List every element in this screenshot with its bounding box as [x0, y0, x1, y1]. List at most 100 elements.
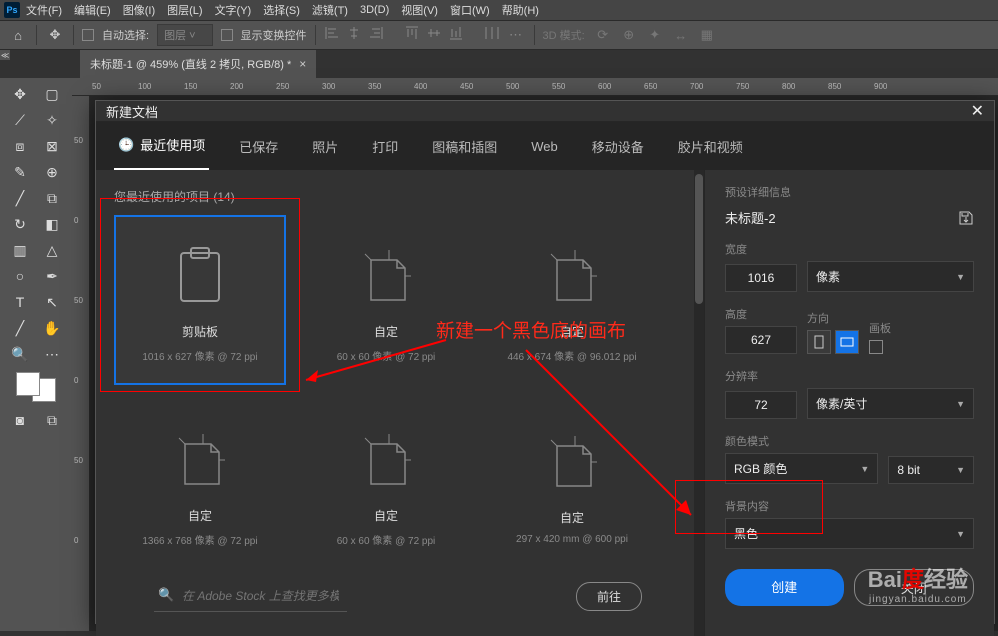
align-hcenter-icon[interactable]	[346, 25, 362, 41]
tab-mobile[interactable]: 移动设备	[588, 123, 648, 170]
wand-tool[interactable]: ✧	[37, 108, 67, 132]
marquee-tool[interactable]: ▢	[37, 82, 67, 106]
autoselect-checkbox[interactable]	[82, 29, 94, 41]
menu-3d[interactable]: 3D(D)	[360, 4, 389, 16]
blur-tool[interactable]: △	[37, 238, 67, 262]
resolution-unit-select[interactable]: 像素/英寸▼	[807, 388, 974, 419]
menu-filter[interactable]: 滤镜(T)	[312, 2, 348, 18]
width-unit-select[interactable]: 像素▼	[807, 261, 974, 292]
screenmode-tool[interactable]: ⧉	[37, 408, 67, 432]
menu-select[interactable]: 选择(S)	[263, 2, 300, 18]
colormode-select[interactable]: RGB 颜色▼	[725, 453, 878, 484]
document-tab-title: 未标题-1 @ 459% (直线 2 拷贝, RGB/8) *	[90, 56, 291, 72]
doc-name[interactable]: 未标题-2	[725, 208, 776, 227]
align-right-icon[interactable]	[368, 25, 384, 41]
zoom-tool[interactable]: 🔍	[5, 342, 35, 366]
brush-tool[interactable]: ╱	[5, 186, 35, 210]
ps-logo: Ps	[4, 2, 20, 18]
hand-tool[interactable]: ✋	[37, 316, 67, 340]
stamp-tool[interactable]: ⧉	[37, 186, 67, 210]
pen-tool[interactable]: ✒	[37, 264, 67, 288]
stock-search-input[interactable]	[154, 581, 347, 612]
menu-type[interactable]: 文字(Y)	[215, 2, 252, 18]
move-tool-icon[interactable]: ✥	[45, 25, 65, 45]
preset-custom-4[interactable]: 自定 60 x 60 像素 @ 72 ppi	[300, 399, 472, 569]
width-input[interactable]	[725, 264, 797, 292]
home-icon[interactable]: ⌂	[8, 25, 28, 45]
tab-film[interactable]: 胶片和视频	[674, 123, 747, 170]
quickmask-tool[interactable]: ◙	[5, 408, 35, 432]
panel-collapse-icon[interactable]: ≪	[0, 50, 10, 60]
dialog-titlebar[interactable]: 新建文档 ✕	[96, 101, 994, 122]
orient-landscape[interactable]	[835, 330, 859, 354]
frame-tool[interactable]: ⊠	[37, 134, 67, 158]
3d-cam-icon[interactable]: ▦	[697, 25, 717, 45]
preset-custom-2[interactable]: 自定 446 x 674 像素 @ 96.012 ppi	[486, 215, 658, 385]
autoselect-label: 自动选择:	[102, 27, 149, 43]
preset-custom-1[interactable]: 自定 60 x 60 像素 @ 72 ppi	[300, 215, 472, 385]
page-icon	[547, 246, 597, 306]
gradient-tool[interactable]: ▥	[5, 238, 35, 262]
lasso-tool[interactable]: ⟋	[5, 108, 35, 132]
move-tool[interactable]: ✥	[5, 82, 35, 106]
shape-tool[interactable]: ╱	[5, 316, 35, 340]
history-brush-tool[interactable]: ↻	[5, 212, 35, 236]
type-tool[interactable]: T	[5, 290, 35, 314]
orient-portrait[interactable]	[807, 330, 831, 354]
align-vcenter-icon[interactable]	[426, 25, 442, 41]
3d-slide-icon[interactable]: ↔	[671, 25, 691, 45]
transform-checkbox[interactable]	[221, 29, 233, 41]
ruler-vertical: 50 0 50 0 50 0	[72, 96, 90, 631]
tab-saved[interactable]: 已保存	[235, 123, 282, 170]
tab-photo[interactable]: 照片	[308, 123, 342, 170]
menu-view[interactable]: 视图(V)	[401, 2, 438, 18]
save-preset-icon[interactable]	[958, 210, 974, 226]
menu-file[interactable]: 文件(F)	[26, 2, 62, 18]
background-select[interactable]: 黑色▼	[725, 518, 974, 549]
tab-recent[interactable]: 🕒最近使用项	[114, 121, 209, 171]
create-button[interactable]: 创建	[725, 569, 844, 606]
details-title: 预设详细信息	[725, 184, 974, 200]
preset-custom-5[interactable]: 自定 297 x 420 mm @ 600 ppi	[486, 399, 658, 569]
tab-web[interactable]: Web	[527, 125, 562, 168]
color-swatch[interactable]	[16, 372, 56, 402]
3d-orbit-icon[interactable]: ⟳	[593, 25, 613, 45]
options-bar: ⌂ ✥ 自动选择: 图层 ˅ 显示变换控件 ⋯ 3D 模式: ⟳ ⊕ ✦ ↔ ▦	[0, 20, 998, 50]
close-tab-icon[interactable]: ×	[299, 57, 306, 71]
preset-scrollbar[interactable]	[694, 170, 704, 636]
autoselect-target[interactable]: 图层 ˅	[157, 24, 212, 46]
align-top-icon[interactable]	[404, 25, 420, 41]
bitdepth-select[interactable]: 8 bit▼	[888, 456, 974, 484]
menu-window[interactable]: 窗口(W)	[450, 2, 490, 18]
resolution-input[interactable]	[725, 391, 797, 419]
3d-dolly-icon[interactable]: ✦	[645, 25, 665, 45]
edit-toolbar[interactable]: ⋯	[37, 342, 67, 366]
eraser-tool[interactable]: ◧	[37, 212, 67, 236]
page-icon	[361, 246, 411, 306]
tab-print[interactable]: 打印	[368, 123, 402, 170]
document-tab[interactable]: 未标题-1 @ 459% (直线 2 拷贝, RGB/8) * ×	[80, 50, 316, 78]
stock-go-button[interactable]: 前往	[576, 582, 642, 611]
menu-edit[interactable]: 编辑(E)	[74, 2, 111, 18]
3d-pan-icon[interactable]: ⊕	[619, 25, 639, 45]
menu-layer[interactable]: 图层(L)	[167, 2, 202, 18]
eyedropper-tool[interactable]: ✎	[5, 160, 35, 184]
dodge-tool[interactable]: ○	[5, 264, 35, 288]
tab-illustration[interactable]: 图稿和插图	[428, 123, 501, 170]
dialog-close-icon[interactable]: ✕	[971, 101, 984, 121]
align-bottom-icon[interactable]	[448, 25, 464, 41]
preset-custom-3[interactable]: 自定 1366 x 768 像素 @ 72 ppi	[114, 399, 286, 569]
document-tabs: 未标题-1 @ 459% (直线 2 拷贝, RGB/8) * ×	[0, 50, 998, 78]
height-input[interactable]	[725, 326, 797, 354]
heal-tool[interactable]: ⊕	[37, 160, 67, 184]
artboard-checkbox[interactable]	[869, 340, 883, 354]
menu-image[interactable]: 图像(I)	[123, 2, 155, 18]
preset-clipboard[interactable]: 剪贴板 1016 x 627 像素 @ 72 ppi	[114, 215, 286, 385]
more-icon[interactable]: ⋯	[506, 25, 526, 45]
distribute-icon[interactable]	[484, 25, 500, 41]
crop-tool[interactable]: ⧈	[5, 134, 35, 158]
align-left-icon[interactable]	[324, 25, 340, 41]
menu-help[interactable]: 帮助(H)	[502, 2, 539, 18]
path-tool[interactable]: ↖	[37, 290, 67, 314]
close-button[interactable]: 关闭	[854, 569, 975, 606]
